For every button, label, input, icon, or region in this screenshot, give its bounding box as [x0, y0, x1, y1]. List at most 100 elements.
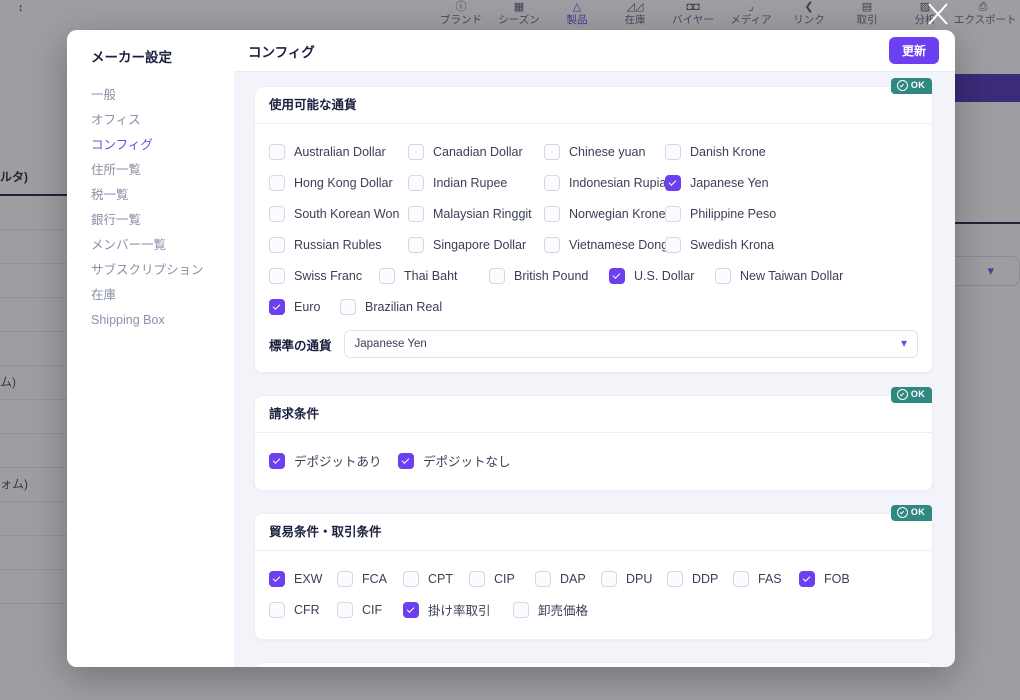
card-available-currencies: OK 使用可能な通貨 Australian Dollar Canadian Do… [254, 78, 933, 373]
currency-row: Australian Dollar Canadian Dollar Chines… [269, 136, 918, 167]
checkbox-euro[interactable]: Euro [269, 298, 340, 315]
checkbox-box [269, 236, 285, 253]
checkbox-label: Russian Rubles [294, 237, 382, 252]
checkbox-cif[interactable]: CIF [337, 601, 403, 618]
checkbox-dpu[interactable]: DPU [601, 570, 667, 587]
default-currency-select[interactable]: Japanese Yen ▾ [343, 330, 918, 358]
checkbox-swedish-krona[interactable]: Swedish Krona [665, 236, 825, 253]
checkbox-south-korean-won[interactable]: South Korean Won [269, 205, 408, 222]
checkbox-label: Swedish Krona [690, 237, 775, 252]
checkbox-cip[interactable]: CIP [469, 570, 535, 587]
checkbox-malaysian-ringgit[interactable]: Malaysian Ringgit [408, 205, 544, 222]
currency-row: South Korean Won Malaysian Ringgit Norwe… [269, 198, 918, 229]
update-button[interactable]: 更新 [888, 37, 939, 64]
checkbox-box [544, 205, 560, 222]
checkbox-markup-trade[interactable]: 掛け率取引 [403, 600, 513, 619]
checkbox-us-dollar[interactable]: U.S. Dollar [609, 267, 715, 284]
checkbox-deposit-yes[interactable]: デポジットあり [269, 451, 398, 470]
currency-row: Hong Kong Dollar Indian Rupee Indonesian… [269, 167, 918, 198]
checkbox-vietnamese-dong[interactable]: Vietnamese Dong [544, 236, 668, 253]
checkbox-singapore-dollar[interactable]: Singapore Dollar [408, 236, 544, 253]
checkbox-dap[interactable]: DAP [535, 570, 601, 587]
sidebar-item-office[interactable]: オフィス [91, 108, 234, 133]
checkbox-box [609, 267, 625, 284]
sidebar-item-shipping-box[interactable]: Shipping Box [91, 308, 234, 333]
checkbox-box [544, 174, 560, 191]
checkbox-cfr[interactable]: CFR [269, 601, 337, 618]
checkbox-box [403, 570, 419, 587]
card-partial-next [254, 662, 933, 667]
page-title: コンフィグ [248, 44, 315, 60]
checkbox-danish-krone[interactable]: Danish Krone [665, 143, 825, 160]
checkbox-label: Australian Dollar [294, 144, 386, 159]
checkbox-box [665, 143, 681, 160]
checkbox-swiss-franc[interactable]: Swiss Franc [269, 267, 379, 284]
checkbox-fob[interactable]: FOB [799, 570, 850, 587]
check-circle-icon [896, 389, 908, 400]
checkbox-indian-rupee[interactable]: Indian Rupee [408, 174, 544, 191]
checkbox-british-pound[interactable]: British Pound [489, 267, 609, 284]
sidebar-item-members[interactable]: メンバー一覧 [91, 233, 234, 258]
checkbox-norwegian-krone[interactable]: Norwegian Krone [544, 205, 666, 222]
checkbox-wholesale-price[interactable]: 卸売価格 [513, 600, 588, 619]
checkbox-label: 掛け率取引 [428, 604, 491, 618]
checkbox-chinese-yuan[interactable]: Chinese yuan [544, 143, 665, 160]
default-currency-value: Japanese Yen [354, 338, 427, 350]
sidebar-item-config[interactable]: コンフィグ [91, 133, 234, 158]
checkbox-label: U.S. Dollar [634, 268, 695, 283]
checkbox-new-taiwan-dollar[interactable]: New Taiwan Dollar [715, 267, 843, 284]
modal-body: OK 使用可能な通貨 Australian Dollar Canadian Do… [234, 72, 955, 667]
checkbox-label: Singapore Dollar [433, 237, 527, 252]
sidebar-item-subscription[interactable]: サブスクリプション [91, 258, 234, 283]
checkbox-box [269, 570, 285, 587]
checkbox-box [269, 601, 285, 618]
checkbox-box [544, 143, 560, 160]
status-badge-label: OK [910, 389, 925, 399]
checkbox-thai-baht[interactable]: Thai Baht [379, 267, 489, 284]
checkbox-label: Philippine Peso [690, 206, 777, 221]
checkbox-box [601, 570, 617, 587]
incoterm-row: EXW FCA CPT CIP DAP DPU DDP FAS FOB [269, 563, 918, 594]
checkbox-label: 卸売価格 [538, 604, 589, 618]
checkbox-australian-dollar[interactable]: Australian Dollar [269, 143, 408, 160]
sidebar-item-addresses[interactable]: 住所一覧 [91, 158, 234, 183]
checkbox-box [408, 236, 424, 253]
checkbox-fca[interactable]: FCA [337, 570, 403, 587]
checkbox-label: CFR [294, 602, 320, 617]
checkbox-box [408, 205, 424, 222]
checkbox-box [799, 570, 815, 587]
checkbox-box [535, 570, 551, 587]
checkbox-brazilian-real[interactable]: Brazilian Real [340, 298, 442, 315]
checkbox-exw[interactable]: EXW [269, 570, 337, 587]
checkbox-label: South Korean Won [294, 206, 400, 221]
status-badge: OK [890, 505, 932, 521]
checkbox-label: FOB [824, 571, 850, 586]
card-title: 貿易条件・取引条件 [255, 514, 932, 551]
close-icon[interactable] [925, 1, 951, 27]
checkbox-box [408, 143, 424, 160]
checkbox-russian-rubles[interactable]: Russian Rubles [269, 236, 408, 253]
sidebar-item-taxes[interactable]: 税一覧 [91, 183, 234, 208]
sidebar-item-general[interactable]: 一般 [91, 83, 234, 108]
checkbox-fas[interactable]: FAS [733, 570, 799, 587]
sidebar-item-inventory[interactable]: 在庫 [91, 283, 234, 308]
checkbox-deposit-no[interactable]: デポジットなし [398, 451, 511, 470]
check-circle-icon [896, 507, 908, 518]
default-currency-label: 標準の通貨 [269, 338, 332, 353]
billing-row: デポジットあり デポジットなし [269, 445, 918, 476]
checkbox-box [469, 570, 485, 587]
checkbox-canadian-dollar[interactable]: Canadian Dollar [408, 143, 544, 160]
checkbox-label: Euro [294, 299, 321, 314]
checkbox-ddp[interactable]: DDP [667, 570, 733, 587]
checkbox-philippine-peso[interactable]: Philippine Peso [665, 205, 825, 222]
status-badge: OK [890, 387, 932, 403]
checkbox-indonesian-rupiah[interactable]: Indonesian Rupiah [544, 174, 673, 191]
checkbox-cpt[interactable]: CPT [403, 570, 469, 587]
checkbox-box [544, 236, 560, 253]
checkbox-label: Thai Baht [404, 268, 458, 283]
modal-main: コンフィグ 更新 OK 使用可能な通貨 Australian Dollar Ca… [234, 30, 955, 667]
currency-row: Swiss Franc Thai Baht British Pound U.S.… [269, 260, 918, 291]
checkbox-japanese-yen[interactable]: Japanese Yen [665, 174, 825, 191]
sidebar-item-banks[interactable]: 銀行一覧 [91, 208, 234, 233]
checkbox-hong-kong-dollar[interactable]: Hong Kong Dollar [269, 174, 408, 191]
